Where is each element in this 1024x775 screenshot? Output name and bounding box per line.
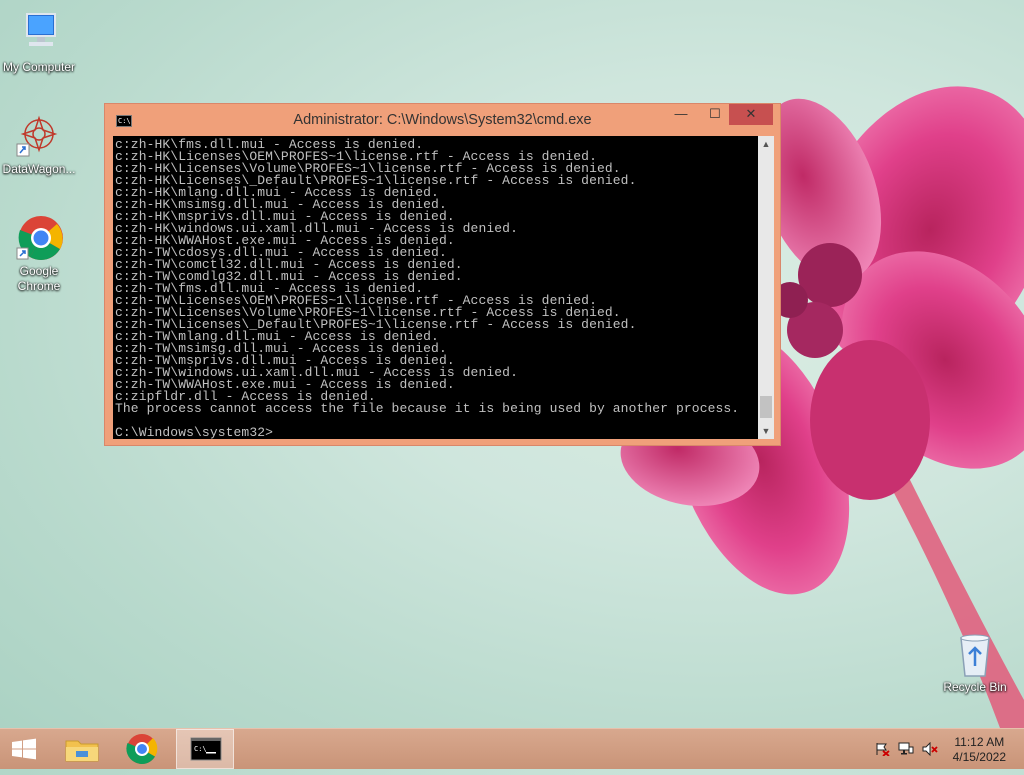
windows-start-icon (12, 738, 36, 760)
console-output[interactable]: c:zh-HK\fms.dll.mui - Access is denied. … (113, 136, 758, 439)
datawagon-icon (15, 112, 63, 160)
desktop-icon-label: DataWagon... (2, 162, 76, 176)
minimize-button[interactable]: — (668, 104, 694, 125)
close-button[interactable]: ✕ (729, 104, 773, 125)
clock-time: 11:12 AM (954, 735, 1005, 749)
start-button[interactable] (0, 729, 48, 769)
computer-icon (15, 10, 63, 58)
recycle-bin-icon (951, 630, 999, 678)
console-line: C:\Windows\system32> (115, 425, 274, 439)
chrome-icon (126, 734, 158, 765)
cmd-window[interactable]: C:\ Administrator: C:\Windows\System32\c… (104, 103, 781, 446)
svg-text:C:\: C:\ (194, 745, 207, 753)
chrome-icon (15, 214, 63, 262)
taskbar-chrome[interactable] (118, 729, 166, 769)
desktop-icon-my-computer[interactable]: My Computer (0, 10, 78, 75)
desktop-icon-recycle-bin[interactable]: Recycle Bin (936, 630, 1014, 695)
scrollbar-thumb[interactable] (760, 396, 772, 418)
console-text: c:zh-HK\fms.dll.mui - Access is denied. … (113, 136, 758, 439)
file-explorer-icon (65, 740, 99, 762)
scroll-down-icon[interactable]: ▼ (758, 423, 774, 439)
clock-date: 4/15/2022 (952, 750, 1006, 764)
desktop-icon-label: Google Chrome (17, 264, 61, 293)
action-center-flag-icon[interactable] (874, 742, 890, 757)
window-titlebar[interactable]: C:\ Administrator: C:\Windows\System32\c… (105, 104, 780, 136)
volume-muted-icon[interactable] (922, 741, 938, 757)
desktop-icon-label: Recycle Bin (943, 680, 1007, 694)
scroll-up-icon[interactable]: ▲ (758, 136, 774, 152)
desktop-icon-datawagon[interactable]: DataWagon... (0, 112, 78, 177)
desktop-icon-label: My Computer (2, 60, 76, 74)
console-line: The process cannot access the file becau… (115, 401, 740, 416)
desktop-icon-google-chrome[interactable]: Google Chrome (0, 214, 78, 294)
taskbar-file-explorer[interactable] (58, 729, 106, 769)
taskbar-cmd[interactable]: C:\ (176, 729, 234, 769)
system-clock[interactable]: 11:12 AM 4/15/2022 (953, 735, 1006, 765)
network-icon[interactable] (898, 742, 914, 756)
cmd-icon: C:\ (190, 737, 222, 761)
taskbar: C:\ 11:12 AM 4/15/2022 (0, 728, 1024, 769)
vertical-scrollbar[interactable]: ▲ ▼ (758, 136, 774, 439)
maximize-button[interactable]: ☐ (702, 104, 728, 125)
